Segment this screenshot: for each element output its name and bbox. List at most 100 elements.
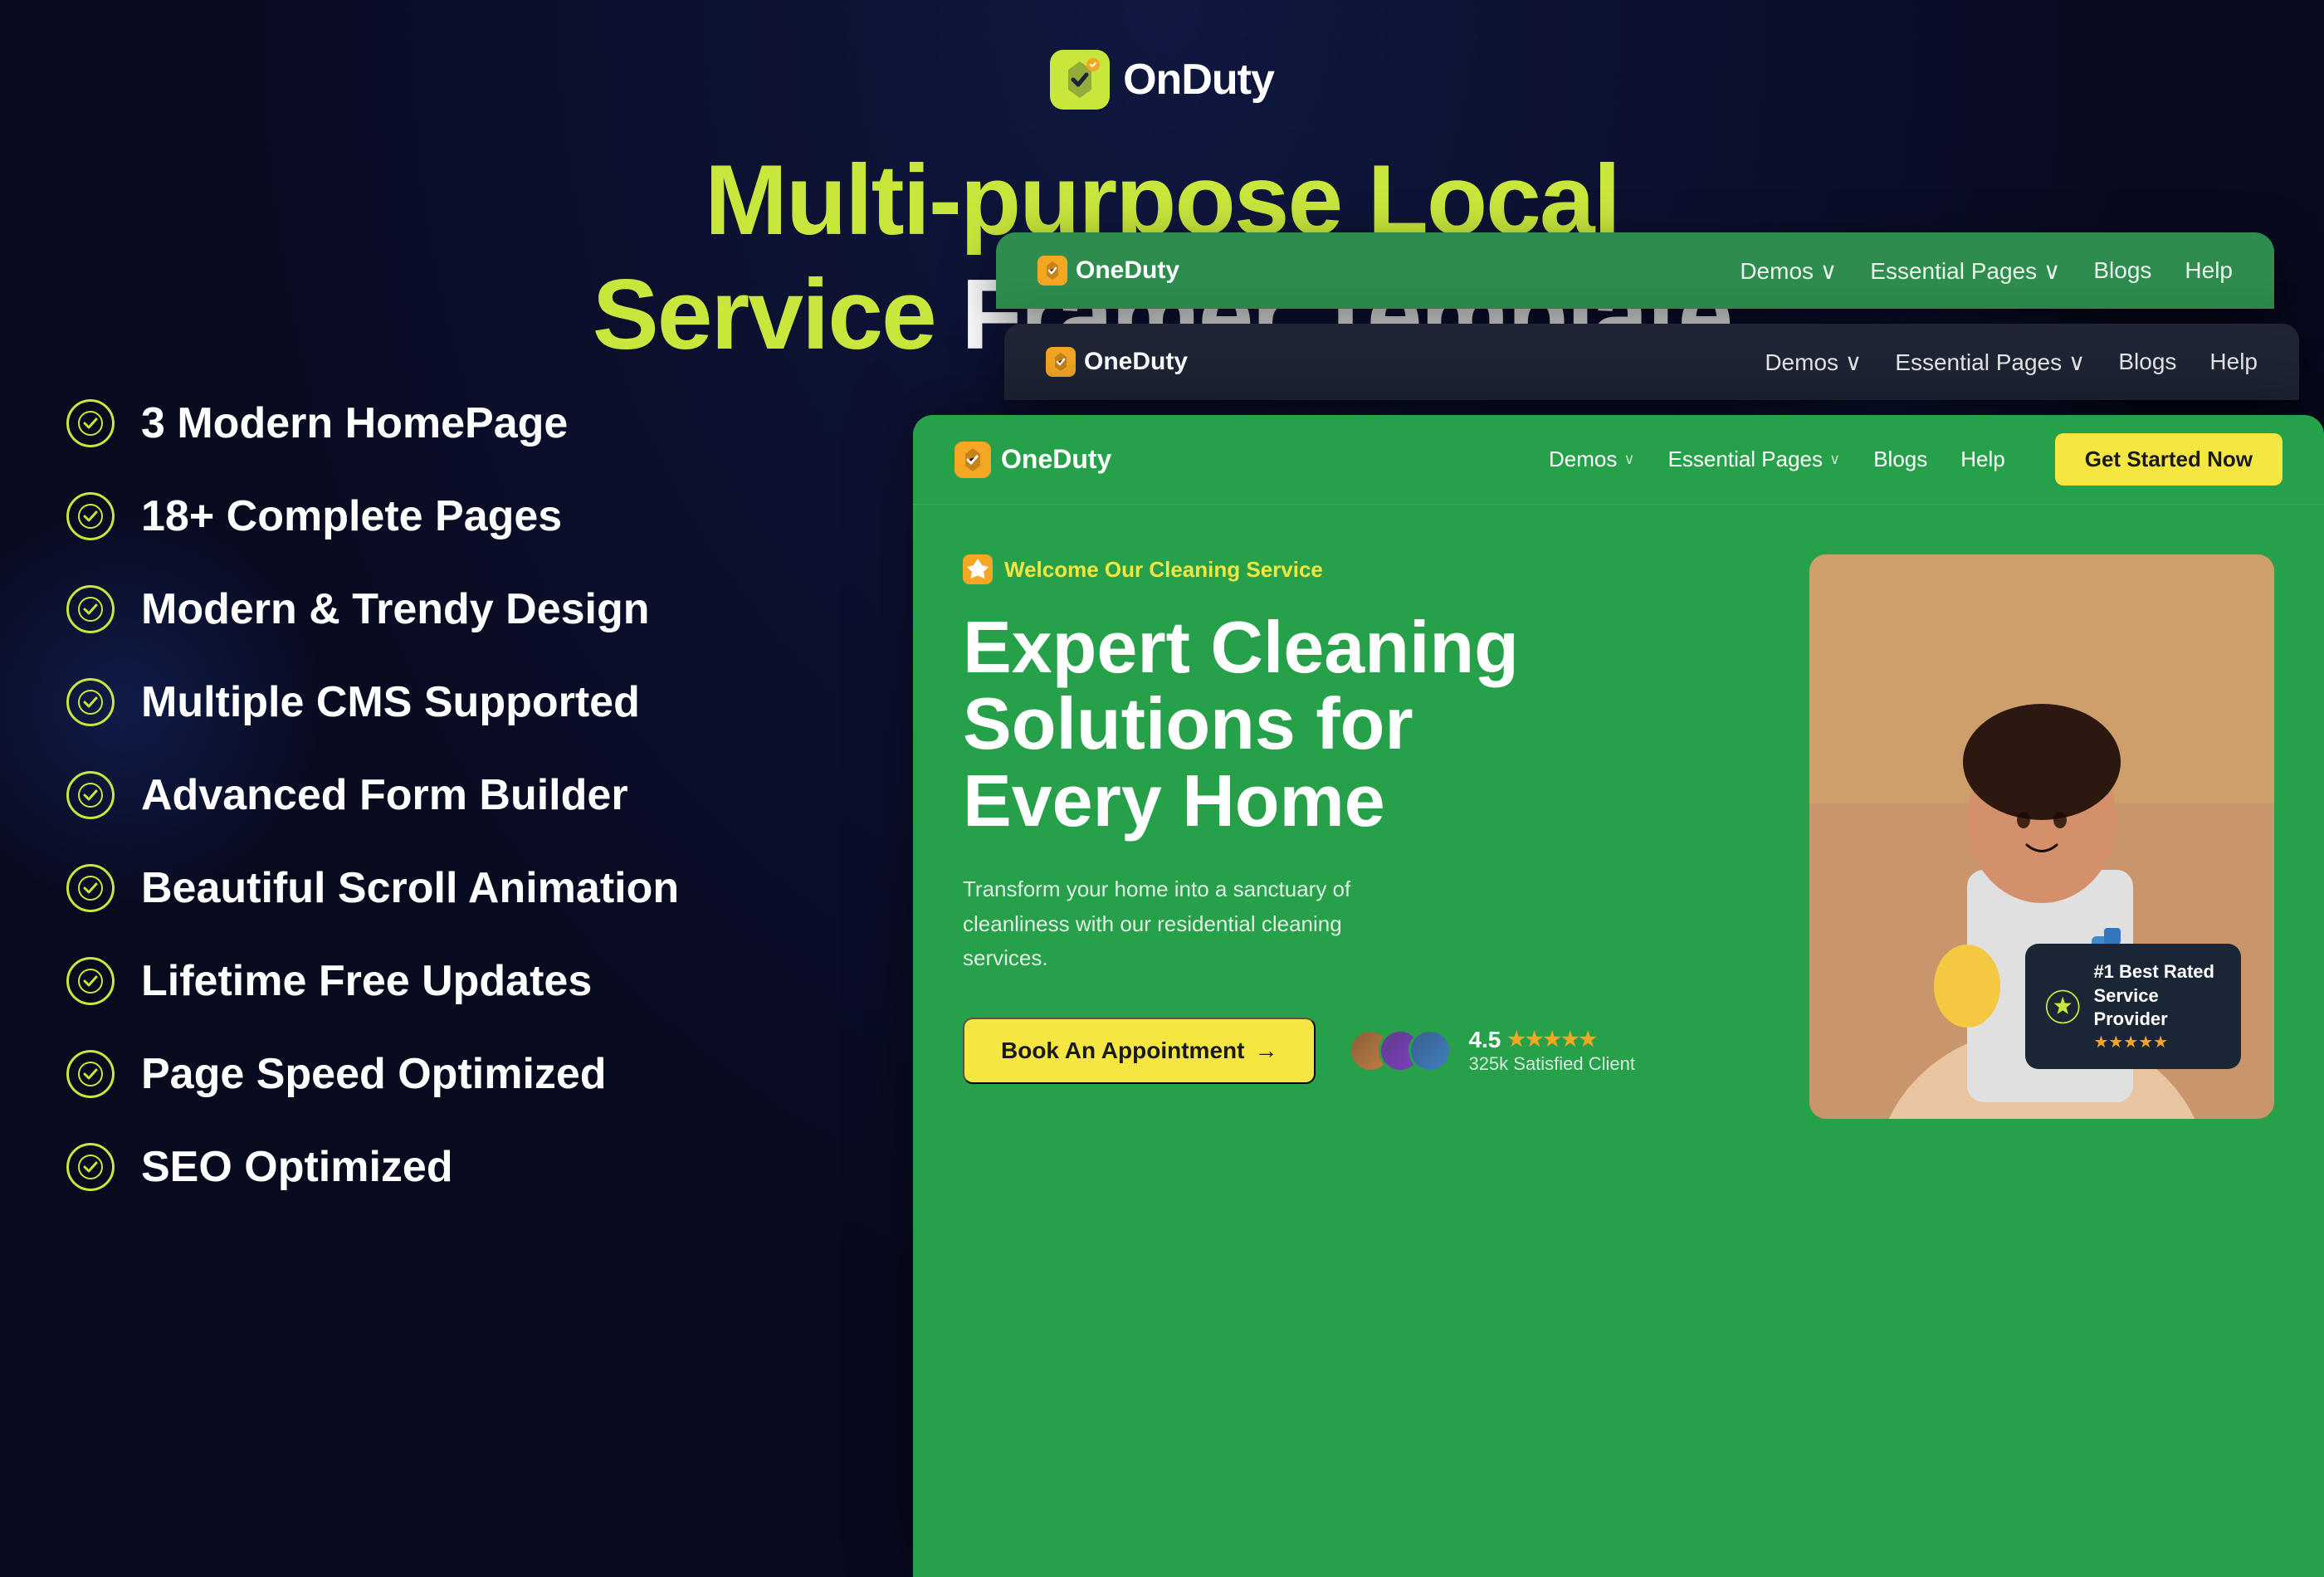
best-rated-stars: ★★★★★ xyxy=(2093,1032,2221,1052)
check-circle-1 xyxy=(66,399,115,447)
browser-1-links: Demos ∨ Essential Pages ∨ Blogs Help xyxy=(1740,257,2233,285)
hero-cta-row: Book An Appointment → 4.5 xyxy=(963,1018,1760,1084)
feature-item-1: 3 Modern HomePage xyxy=(66,398,679,448)
feature-text-9: SEO Optimized xyxy=(141,1142,453,1192)
hero-left: Welcome Our Cleaning Service Expert Clea… xyxy=(963,554,1760,1119)
check-circle-2 xyxy=(66,492,115,540)
feature-text-8: Page Speed Optimized xyxy=(141,1049,607,1099)
logo-text: OnDuty xyxy=(1123,55,1274,105)
browser-2-logo: OneDuty xyxy=(1046,347,1188,377)
feature-item-5: Advanced Form Builder xyxy=(66,770,679,820)
social-proof: 4.5 ★★★★★ 325k Satisfied Client xyxy=(1349,1027,1635,1075)
main-nav-logo: OneDuty xyxy=(954,442,1111,478)
browser-2-logo-icon xyxy=(1046,347,1076,377)
check-circle-8 xyxy=(66,1050,115,1098)
feature-item-7: Lifetime Free Updates xyxy=(66,956,679,1006)
browser-mockup-1: OneDuty Demos ∨ Essential Pages ∨ Blogs … xyxy=(996,232,2274,309)
browser-1-link-blogs[interactable]: Blogs xyxy=(2093,257,2151,284)
best-rated-icon xyxy=(2045,987,2080,1027)
title-green: Service xyxy=(593,259,935,370)
browser-1-link-demos[interactable]: Demos ∨ xyxy=(1740,257,1837,285)
browser-2-link-blogs[interactable]: Blogs xyxy=(2118,349,2176,375)
hero-description: Transform your home into a sanctuary of … xyxy=(963,872,1411,976)
feature-item-2: 18+ Complete Pages xyxy=(66,491,679,541)
browser-2-link-essential[interactable]: Essential Pages ∨ xyxy=(1895,349,2085,376)
feature-item-4: Multiple CMS Supported xyxy=(66,677,679,727)
header: OnDuty xyxy=(0,0,2324,110)
browser-2-links: Demos ∨ Essential Pages ∨ Blogs Help xyxy=(1765,349,2258,376)
check-icon-5 xyxy=(78,783,103,808)
browser-1-nav: OneDuty Demos ∨ Essential Pages ∨ Blogs … xyxy=(996,232,2274,309)
main-nav-demos[interactable]: Demos ∨ xyxy=(1549,447,1635,472)
main-nav-logo-text: OneDuty xyxy=(1001,444,1111,475)
book-appointment-button[interactable]: Book An Appointment → xyxy=(963,1018,1316,1084)
feature-item-3: Modern & Trendy Design xyxy=(66,584,679,634)
check-icon-9 xyxy=(78,1155,103,1179)
check-icon-7 xyxy=(78,969,103,994)
browser-1-logo-icon xyxy=(1038,256,1067,286)
feature-text-7: Lifetime Free Updates xyxy=(141,956,592,1006)
main-nav-help[interactable]: Help xyxy=(1960,447,2004,472)
feature-item-6: Beautiful Scroll Animation xyxy=(66,863,679,913)
hero-badge-text: Welcome Our Cleaning Service xyxy=(1004,557,1323,583)
browser-2-link-demos[interactable]: Demos ∨ xyxy=(1765,349,1862,376)
hero-title-line1: Expert Cleaning xyxy=(963,609,1760,686)
main-nav-logo-icon xyxy=(954,442,991,478)
onduty-logo-icon xyxy=(1050,50,1110,110)
check-circle-4 xyxy=(66,678,115,726)
check-circle-6 xyxy=(66,864,115,912)
hero-title-line3: Every Home xyxy=(963,763,1760,839)
check-circle-5 xyxy=(66,771,115,819)
browser-1-logo: OneDuty xyxy=(1038,256,1179,286)
hero-title: Expert Cleaning Solutions for Every Home xyxy=(963,609,1760,839)
check-icon-3 xyxy=(78,597,103,622)
browser-1-link-help[interactable]: Help xyxy=(2185,257,2233,284)
check-icon-2 xyxy=(78,504,103,529)
rating-score: 4.5 ★★★★★ xyxy=(1468,1027,1635,1053)
check-circle-7 xyxy=(66,957,115,1005)
main-nav-links: Demos ∨ Essential Pages ∨ Blogs Help Get… xyxy=(1549,433,2282,486)
feature-item-9: SEO Optimized xyxy=(66,1142,679,1192)
hero-title-line2: Solutions for xyxy=(963,686,1760,762)
feature-item-8: Page Speed Optimized xyxy=(66,1049,679,1099)
check-icon-1 xyxy=(78,411,103,436)
feature-text-1: 3 Modern HomePage xyxy=(141,398,568,448)
main-nav-essential[interactable]: Essential Pages ∨ xyxy=(1668,447,1841,472)
browser-mockup-2: OneDuty Demos ∨ Essential Pages ∨ Blogs … xyxy=(1004,324,2299,400)
hero-badge-icon xyxy=(963,554,993,584)
browser-2-link-help[interactable]: Help xyxy=(2209,349,2258,375)
hero-section: Welcome Our Cleaning Service Expert Clea… xyxy=(913,505,2324,1119)
browser-main: OneDuty Demos ∨ Essential Pages ∨ Blogs … xyxy=(913,415,2324,1577)
best-rated-line1: #1 Best Rated xyxy=(2093,960,2221,984)
main-nav-blogs[interactable]: Blogs xyxy=(1873,447,1927,472)
browser-main-nav: OneDuty Demos ∨ Essential Pages ∨ Blogs … xyxy=(913,415,2324,505)
feature-text-4: Multiple CMS Supported xyxy=(141,677,640,727)
feature-text-6: Beautiful Scroll Animation xyxy=(141,863,679,913)
check-circle-9 xyxy=(66,1143,115,1191)
star-icons: ★★★★★ xyxy=(1507,1028,1597,1052)
hero-right: #1 Best Rated Service Provider ★★★★★ xyxy=(1809,554,2274,1119)
best-rated-badge: #1 Best Rated Service Provider ★★★★★ xyxy=(2025,944,2241,1069)
feature-text-5: Advanced Form Builder xyxy=(141,770,628,820)
check-icon-4 xyxy=(78,690,103,715)
hero-badge: Welcome Our Cleaning Service xyxy=(963,554,1760,584)
get-started-button[interactable]: Get Started Now xyxy=(2055,433,2282,486)
page-content: OnDuty Multi-purpose Local Service Frame… xyxy=(0,0,2324,1577)
check-icon-8 xyxy=(78,1062,103,1086)
browser-1-link-essential[interactable]: Essential Pages ∨ xyxy=(1870,257,2060,285)
mockup-area: OneDuty Demos ∨ Essential Pages ∨ Blogs … xyxy=(913,232,2324,1577)
check-icon-6 xyxy=(78,876,103,901)
avatar-3 xyxy=(1409,1029,1452,1072)
best-rated-line2: Service Provider xyxy=(2093,984,2221,1032)
feature-text-3: Modern & Trendy Design xyxy=(141,584,650,634)
best-rated-text: #1 Best Rated Service Provider ★★★★★ xyxy=(2093,960,2221,1052)
features-list: 3 Modern HomePage 18+ Complete Pages Mod… xyxy=(66,398,679,1192)
feature-text-2: 18+ Complete Pages xyxy=(141,491,562,541)
rating-label: 325k Satisfied Client xyxy=(1468,1053,1635,1075)
browser-2-logo-text: OneDuty xyxy=(1084,348,1188,376)
rating-info: 4.5 ★★★★★ 325k Satisfied Client xyxy=(1468,1027,1635,1075)
browser-2-nav: OneDuty Demos ∨ Essential Pages ∨ Blogs … xyxy=(1004,324,2299,400)
check-circle-3 xyxy=(66,585,115,633)
browser-1-logo-text: OneDuty xyxy=(1076,256,1179,285)
avatar-group xyxy=(1349,1029,1452,1072)
